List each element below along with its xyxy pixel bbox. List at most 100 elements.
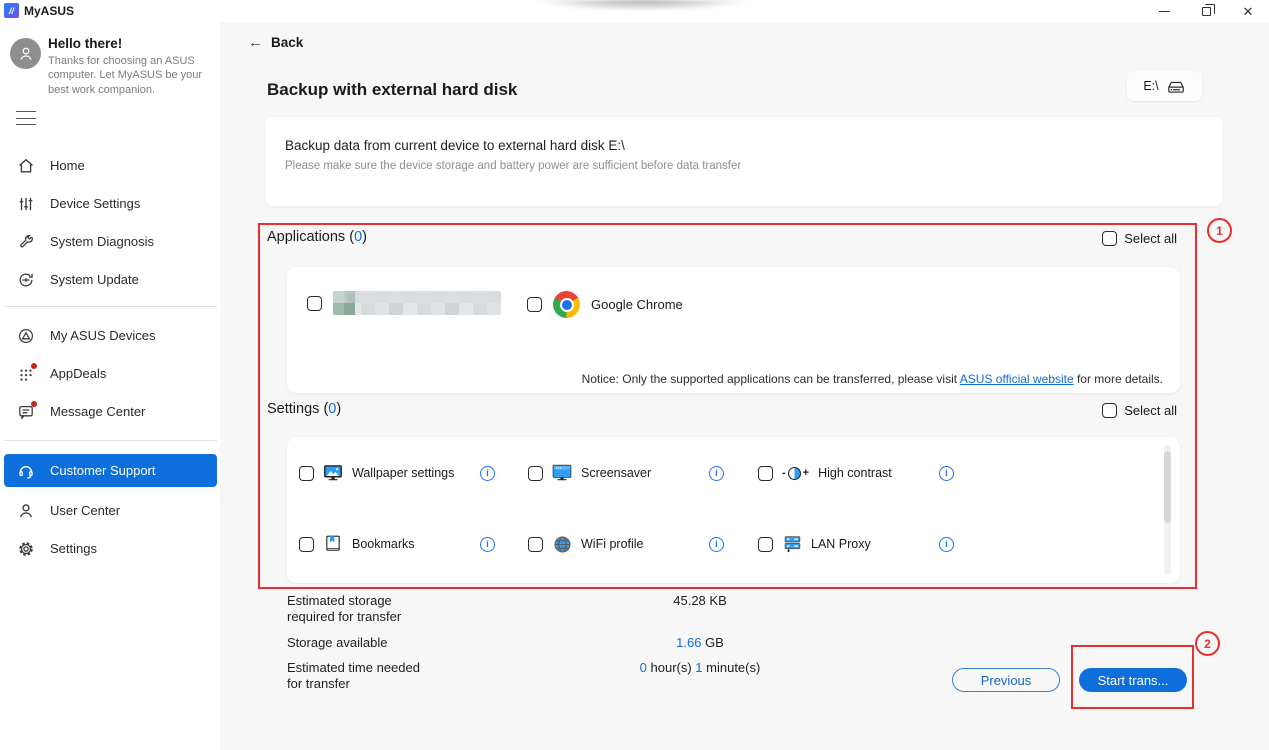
setting-checkbox[interactable] xyxy=(528,537,543,552)
target-drive-indicator[interactable]: E:\ xyxy=(1127,71,1202,101)
gear-icon xyxy=(17,540,35,558)
back-button[interactable]: ← Back xyxy=(248,34,303,51)
applications-panel: Google Chrome Notice: Only the supported… xyxy=(287,267,1180,393)
divider xyxy=(4,440,217,441)
sidebar-item-home[interactable]: Home xyxy=(4,149,217,182)
sidebar-item-label: Message Center xyxy=(50,404,145,419)
info-icon[interactable]: i xyxy=(939,466,954,481)
myasus-logo-icon: // xyxy=(4,3,19,18)
divider xyxy=(4,306,217,307)
update-icon xyxy=(17,271,35,289)
stat-row-storage-available: Storage available 1.66 GB xyxy=(287,635,987,651)
setting-checkbox[interactable] xyxy=(299,466,314,481)
scrollbar-thumb[interactable] xyxy=(1164,451,1171,523)
bookmarks-icon xyxy=(323,535,343,553)
wrench-icon xyxy=(17,233,35,251)
sidebar-item-my-asus-devices[interactable]: My ASUS Devices xyxy=(4,319,217,352)
setting-item-screensaver[interactable]: Screensaver i xyxy=(528,460,724,486)
menu-toggle-button[interactable] xyxy=(16,111,36,125)
setting-label: Screensaver xyxy=(581,466,651,480)
greeting-line: Thanks for choosing an ASUS xyxy=(48,54,213,68)
close-button[interactable]: ✕ xyxy=(1227,0,1269,22)
select-all-checkbox[interactable] xyxy=(1102,231,1117,246)
sidebar: Hello there! Thanks for choosing an ASUS… xyxy=(0,22,220,750)
app-checkbox[interactable] xyxy=(527,297,542,312)
message-icon xyxy=(17,403,35,421)
settings-scrollbar[interactable] xyxy=(1164,445,1171,575)
greeting-line: best work companion. xyxy=(48,83,213,97)
backup-info-card: Backup data from current device to exter… xyxy=(265,117,1223,206)
sidebar-item-label: Device Settings xyxy=(50,196,140,211)
lan-proxy-icon xyxy=(782,535,802,553)
setting-checkbox[interactable] xyxy=(758,466,773,481)
settings-heading: Settings (0) xyxy=(267,401,341,417)
greeting-line: computer. Let MyASUS be your xyxy=(48,68,213,82)
home-icon xyxy=(17,157,35,175)
back-label: Back xyxy=(271,35,303,50)
sidebar-item-label: AppDeals xyxy=(50,366,106,381)
info-icon[interactable]: i xyxy=(709,466,724,481)
setting-label: WiFi profile xyxy=(581,537,644,551)
applications-select-all[interactable]: Select all xyxy=(1102,231,1177,246)
sidebar-item-user-center[interactable]: User Center xyxy=(4,494,217,527)
sidebar-item-message-center[interactable]: Message Center xyxy=(4,395,217,428)
chrome-icon xyxy=(553,291,580,318)
stat-row-time-needed: Estimated time neededfor transfer 0 hour… xyxy=(287,660,987,693)
sidebar-item-label: Customer Support xyxy=(50,463,156,478)
info-icon[interactable]: i xyxy=(480,466,495,481)
app-item-redacted[interactable] xyxy=(307,291,501,315)
transfer-stats: Estimated storagerequired for transfer 4… xyxy=(287,593,987,701)
applications-heading: Applications (0) xyxy=(267,229,367,245)
setting-label: Wallpaper settings xyxy=(352,466,454,480)
restore-button[interactable] xyxy=(1185,0,1227,22)
stat-row-storage-required: Estimated storagerequired for transfer 4… xyxy=(287,593,987,626)
setting-item-high-contrast[interactable]: -+ High contrast i xyxy=(758,460,954,486)
sidebar-item-device-settings[interactable]: Device Settings xyxy=(4,187,217,220)
setting-checkbox[interactable] xyxy=(299,537,314,552)
sidebar-item-system-update[interactable]: System Update xyxy=(4,263,217,296)
appdeals-icon xyxy=(17,365,35,383)
transfer-selection-region: Applications (0) Select all Google Chrom… xyxy=(258,223,1197,589)
storage-required-value: 45.28 KB xyxy=(600,593,800,608)
setting-checkbox[interactable] xyxy=(758,537,773,552)
select-all-checkbox[interactable] xyxy=(1102,403,1117,418)
sidebar-item-customer-support[interactable]: Customer Support xyxy=(4,454,217,487)
previous-button[interactable]: Previous xyxy=(952,668,1060,692)
app-checkbox[interactable] xyxy=(307,296,322,311)
setting-item-lan-proxy[interactable]: LAN Proxy i xyxy=(758,531,954,557)
info-icon[interactable]: i xyxy=(939,537,954,552)
main-content: ← Back Backup with external hard disk E:… xyxy=(220,22,1269,750)
wallpaper-icon xyxy=(323,464,343,482)
globe-icon xyxy=(552,535,572,553)
sidebar-item-appdeals[interactable]: AppDeals xyxy=(4,357,217,390)
sidebar-item-label: User Center xyxy=(50,503,120,518)
setting-checkbox[interactable] xyxy=(528,466,543,481)
restore-icon xyxy=(1202,7,1211,16)
info-icon[interactable]: i xyxy=(709,537,724,552)
asus-website-link[interactable]: ASUS official website xyxy=(960,372,1074,386)
setting-item-wifi-profile[interactable]: WiFi profile i xyxy=(528,531,724,557)
backup-info-subtitle: Please make sure the device storage and … xyxy=(285,160,1203,172)
redacted-app-name xyxy=(333,291,501,315)
time-needed-value: 0 hour(s) 1 minute(s) xyxy=(600,660,800,675)
minimize-button[interactable] xyxy=(1143,0,1185,22)
person-icon xyxy=(17,502,35,520)
setting-item-wallpaper[interactable]: Wallpaper settings i xyxy=(299,460,495,486)
start-transfer-button[interactable]: Start trans... xyxy=(1079,668,1187,692)
back-arrow-icon: ← xyxy=(248,34,263,51)
sidebar-item-label: System Update xyxy=(50,272,139,287)
asus-device-icon xyxy=(17,327,35,345)
notification-badge xyxy=(31,401,37,407)
settings-select-all[interactable]: Select all xyxy=(1102,403,1177,418)
close-icon: ✕ xyxy=(1243,5,1254,18)
sidebar-item-settings[interactable]: Settings xyxy=(4,532,217,565)
applications-notice: Notice: Only the supported applications … xyxy=(582,372,1163,386)
avatar[interactable] xyxy=(10,38,41,69)
sidebar-item-system-diagnosis[interactable]: System Diagnosis xyxy=(4,225,217,258)
app-item-google-chrome[interactable]: Google Chrome xyxy=(527,291,683,318)
app-label: Google Chrome xyxy=(591,297,683,312)
info-icon[interactable]: i xyxy=(480,537,495,552)
high-contrast-icon: -+ xyxy=(782,467,809,480)
select-all-label: Select all xyxy=(1124,231,1177,246)
setting-item-bookmarks[interactable]: Bookmarks i xyxy=(299,531,495,557)
